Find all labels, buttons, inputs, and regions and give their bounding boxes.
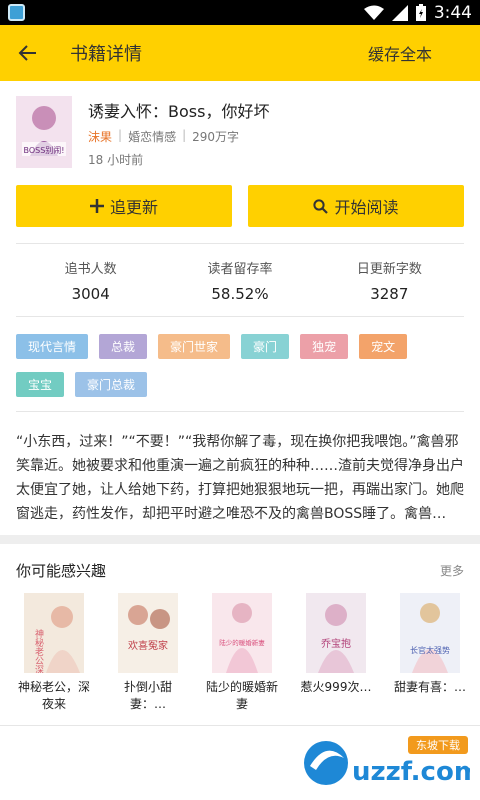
stat-retention: 读者留存率 58.52% — [165, 258, 314, 303]
tag[interactable]: 豪门 — [241, 334, 290, 359]
book-cover: 神秘老公深夜来 — [24, 593, 84, 673]
tag[interactable]: 豪门世家 — [158, 334, 231, 359]
signal-icon — [391, 4, 408, 21]
page-title: 书籍详情 — [70, 44, 142, 65]
stat-label: 日更新字数 — [356, 262, 422, 277]
book-cover[interactable]: BOSS别闹! — [16, 96, 72, 168]
wifi-icon — [363, 5, 384, 20]
cover-title: BOSS别闹! — [23, 145, 64, 155]
book-cover: 长官太强势 — [400, 593, 460, 673]
recommend-item[interactable]: 乔宝抱 惹火999次… — [294, 593, 378, 713]
plus-icon — [89, 199, 104, 213]
recommend-name: 扑倒小甜妻：… — [123, 680, 172, 711]
book-title: 诱妻入怀：Boss，你好坏 — [88, 102, 270, 121]
start-reading-label: 开始阅读 — [334, 198, 399, 217]
tag[interactable]: 宝宝 — [16, 372, 65, 397]
recommend-item[interactable]: 长官太强势 甜妻有喜：… — [388, 593, 472, 713]
action-buttons: 追更新 开始阅读 — [16, 185, 464, 227]
book-info: BOSS别闹! 诱妻入怀：Boss，你好坏 沫果 | 婚恋情感 | 290万字 … — [16, 96, 466, 172]
svg-text:陆少的暖婚新妻: 陆少的暖婚新妻 — [219, 638, 265, 647]
book-intro[interactable]: “小东西，过来！”“不要！”“我帮你解了毒，现在换你把我喂饱。”禽兽邪笑靠近。她… — [16, 430, 468, 526]
recommend-name: 神秘老公，深夜来 — [18, 680, 91, 711]
watermark-badge: 东坡下载 — [416, 739, 460, 752]
app-notification-icon — [8, 4, 25, 21]
book-updated: 18 小时前 — [88, 153, 144, 167]
stat-followers: 追书人数 3004 — [16, 258, 165, 303]
stat-value: 58.52% — [211, 285, 269, 303]
recommend-name: 甜妻有喜：… — [394, 680, 467, 694]
status-icons: 3:44 — [363, 2, 472, 23]
follow-updates-label: 追更新 — [109, 198, 158, 217]
tag-list: 现代言情 总裁 豪门世家 豪门 独宠 宠文 宝宝 豪门总裁 — [16, 334, 464, 397]
book-word-count: 290万字 — [192, 130, 240, 144]
cache-all-button[interactable]: 缓存全本 — [368, 41, 432, 65]
meta-separator: | — [118, 128, 123, 142]
start-reading-button[interactable]: 开始阅读 — [248, 185, 464, 227]
book-author[interactable]: 沫果 — [88, 128, 112, 145]
book-category: 婚恋情感 — [128, 130, 177, 144]
divider — [16, 411, 464, 412]
stat-value: 3287 — [370, 285, 409, 303]
stat-label: 读者留存率 — [207, 262, 273, 277]
divider — [16, 243, 464, 244]
svg-text:欢喜冤家: 欢喜冤家 — [128, 639, 168, 652]
stats: 追书人数 3004 读者留存率 58.52% 日更新字数 3287 — [16, 258, 464, 303]
svg-text:神秘老公深夜来: 神秘老公深夜来 — [33, 628, 44, 673]
back-button[interactable] — [0, 25, 56, 81]
tag[interactable]: 独宠 — [300, 334, 349, 359]
svg-text:长官太强势: 长官太强势 — [410, 645, 450, 655]
book-meta-line: 沫果 | 婚恋情感 | 290万字 — [88, 128, 269, 145]
recommend-item[interactable]: 神秘老公深夜来 神秘老公，深夜来 — [12, 593, 96, 713]
recommend-name: 陆少的暖婚新妻 — [206, 680, 279, 711]
status-bar: 3:44 — [0, 0, 480, 25]
follow-updates-button[interactable]: 追更新 — [16, 185, 232, 227]
stat-value: 3004 — [71, 285, 110, 303]
stat-daily-words: 日更新字数 3287 — [315, 258, 464, 303]
tag[interactable]: 豪门总裁 — [75, 372, 148, 397]
tag[interactable]: 现代言情 — [16, 334, 89, 359]
clock: 3:44 — [433, 2, 472, 23]
book-cover: 乔宝抱 — [306, 593, 366, 673]
recommend-item[interactable]: 陆少的暖婚新妻 陆少的暖婚新妻 — [200, 593, 284, 713]
book-cover: 欢喜冤家 — [118, 593, 178, 673]
recommend-item[interactable]: 欢喜冤家 扑倒小甜妻：… — [106, 593, 190, 713]
recommend-name: 惹火999次… — [300, 680, 372, 694]
stat-label: 追书人数 — [64, 262, 117, 277]
arrow-left-icon — [18, 45, 36, 61]
divider — [16, 316, 464, 317]
watermark-logo: 东坡下载 uzzf.com — [304, 736, 470, 787]
book-cover: 陆少的暖婚新妻 — [212, 593, 272, 673]
meta-separator: | — [182, 128, 187, 142]
recommend-title: 你可能感兴趣 — [16, 562, 107, 580]
search-icon — [313, 198, 329, 214]
recommend-list: 神秘老公深夜来 神秘老公，深夜来 欢喜冤家 扑倒小甜妻：… 陆少的暖婚新妻 陆少… — [12, 593, 472, 713]
divider — [0, 725, 480, 726]
book-meta: 诱妻入怀：Boss，你好坏 沫果 | 婚恋情感 | 290万字 18 小时前 — [88, 96, 269, 172]
watermark-text: uzzf.com — [352, 757, 470, 787]
svg-text:乔宝抱: 乔宝抱 — [321, 637, 351, 650]
tag[interactable]: 总裁 — [99, 334, 148, 359]
battery-icon — [415, 4, 426, 21]
tag[interactable]: 宠文 — [359, 334, 408, 359]
app-bar: 书籍详情 缓存全本 — [0, 25, 480, 81]
more-link[interactable]: 更多 — [440, 562, 464, 579]
recommend-header: 你可能感兴趣 更多 — [16, 560, 464, 581]
section-separator — [0, 535, 480, 544]
